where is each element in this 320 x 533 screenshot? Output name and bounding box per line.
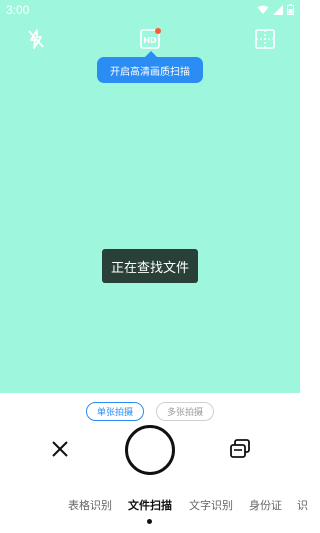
hd-notification-dot bbox=[155, 28, 161, 34]
single-shot-label: 单张拍摄 bbox=[96, 408, 133, 418]
tab-partial[interactable]: 识 bbox=[297, 497, 308, 513]
toast-text: 正在查找文件 bbox=[110, 260, 189, 276]
detecting-toast: 正在查找文件 bbox=[102, 249, 198, 283]
signal-icon bbox=[273, 4, 283, 15]
tab-id-card[interactable]: 身份证 bbox=[249, 497, 282, 513]
hd-tooltip[interactable]: 开启高清画质扫描 bbox=[97, 57, 203, 83]
hd-tooltip-text: 开启高清画质扫描 bbox=[110, 66, 190, 78]
flash-off-icon[interactable] bbox=[24, 27, 48, 51]
gallery-icon[interactable] bbox=[229, 438, 251, 460]
status-bar: 3:00 bbox=[0, 0, 300, 22]
svg-text:HD: HD bbox=[143, 36, 157, 45]
status-time: 3:00 bbox=[6, 3, 30, 17]
close-icon[interactable] bbox=[50, 439, 70, 459]
multi-shot-button[interactable]: 多张拍摄 bbox=[156, 402, 214, 421]
shutter-button[interactable] bbox=[125, 425, 175, 475]
bottom-panel: 单张拍摄 多张拍摄 表格识别 文件扫描 文字识别 身份证 识 bbox=[0, 393, 308, 533]
wifi-icon bbox=[257, 5, 269, 14]
single-shot-button[interactable]: 单张拍摄 bbox=[86, 402, 144, 421]
grid-icon[interactable] bbox=[253, 27, 277, 51]
hd-toggle[interactable]: HD bbox=[138, 27, 162, 51]
active-tab-indicator bbox=[147, 519, 152, 524]
battery-icon bbox=[287, 4, 294, 15]
tab-text-recognition[interactable]: 文字识别 bbox=[189, 497, 233, 513]
status-icons bbox=[257, 4, 294, 15]
multi-shot-label: 多张拍摄 bbox=[166, 408, 203, 418]
tab-document-scan[interactable]: 文件扫描 bbox=[128, 497, 172, 513]
tab-table-recognition[interactable]: 表格识别 bbox=[68, 497, 112, 513]
scan-mode-tabs: 表格识别 文件扫描 文字识别 身份证 识 bbox=[0, 497, 308, 517]
